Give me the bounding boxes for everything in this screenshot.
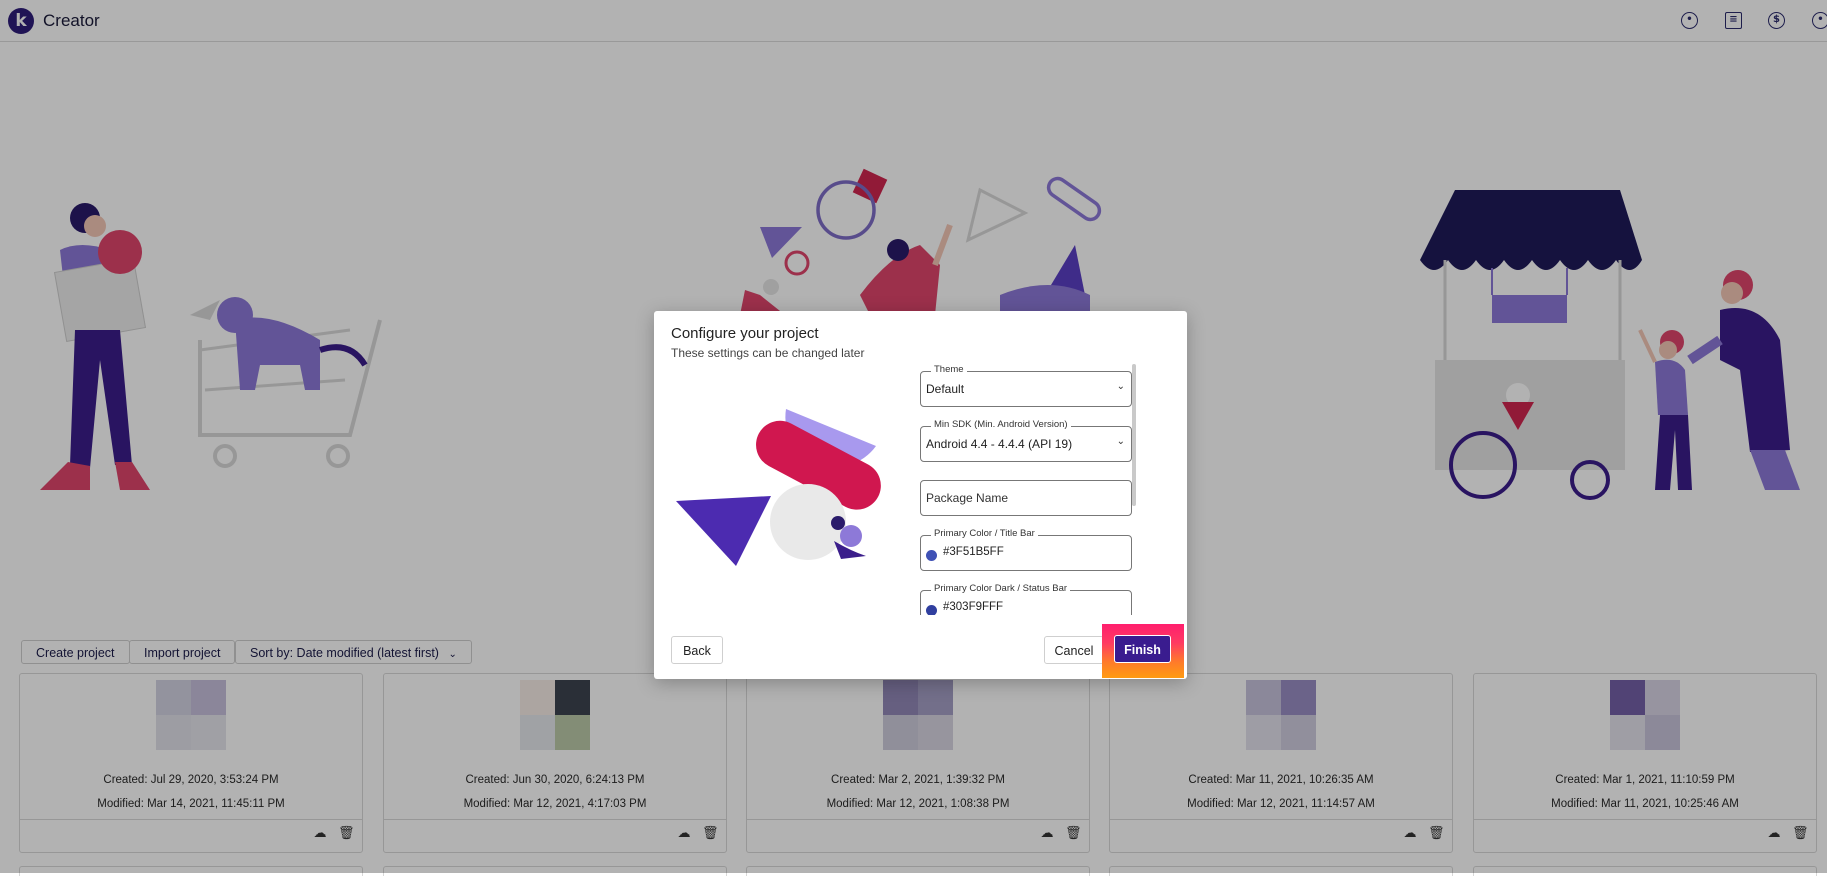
cancel-button[interactable]: Cancel (1044, 636, 1104, 664)
primary-dark-color-field[interactable]: Primary Color Dark / Status Bar #303F9FF… (920, 583, 1132, 615)
finish-button[interactable]: Finish (1114, 635, 1171, 663)
theme-label: Theme (931, 364, 967, 375)
back-label: Back (683, 644, 711, 658)
min-sdk-select[interactable]: Min SDK (Min. Android Version) Android 4… (920, 419, 1132, 462)
form-scrollbar[interactable] (1132, 364, 1136, 506)
min-sdk-label: Min SDK (Min. Android Version) (931, 419, 1071, 430)
primary-dark-color-label: Primary Color Dark / Status Bar (931, 583, 1071, 594)
finish-highlight: Finish (1102, 624, 1184, 678)
primary-dark-color-swatch[interactable] (926, 605, 937, 615)
chevron-down-icon: ⌄ (1116, 381, 1125, 392)
chevron-down-icon: ⌄ (1116, 436, 1125, 447)
primary-color-swatch[interactable] (926, 550, 937, 561)
primary-color-field[interactable]: Primary Color / Title Bar #3F51B5FF (920, 528, 1132, 571)
dialog-illustration (676, 409, 881, 566)
back-button[interactable]: Back (671, 636, 723, 664)
primary-color-label: Primary Color / Title Bar (931, 528, 1038, 539)
primary-dark-color-value: #303F9FFF (943, 601, 1004, 613)
dialog-subtitle: These settings can be changed later (671, 346, 865, 360)
cancel-label: Cancel (1054, 644, 1094, 658)
min-sdk-value: Android 4.4 - 4.4.4 (API 19) (926, 437, 1073, 451)
theme-value: Default (926, 382, 965, 396)
dialog-title: Configure your project (671, 325, 819, 342)
package-name-placeholder: Package Name (926, 491, 1009, 505)
finish-label: Finish (1124, 643, 1161, 657)
theme-select[interactable]: Theme Default ⌄ (920, 364, 1132, 407)
configure-project-dialog: Configure your project These settings ca… (654, 311, 1187, 679)
package-name-input[interactable]: Package Name (920, 480, 1132, 516)
primary-color-value: #3F51B5FF (943, 546, 1004, 558)
